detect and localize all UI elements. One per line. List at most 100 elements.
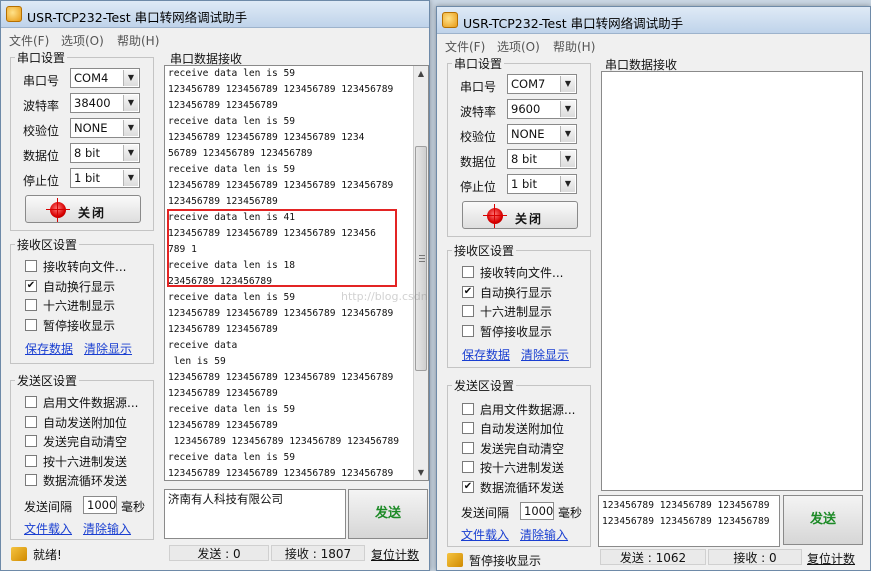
file-load-link[interactable]: 文件载入 [461,526,509,543]
serial-settings-group: 串口设置 串口号 COM7 ▼ 波特率 9600 ▼ 校验位 NONE ▼ 数据… [447,55,591,237]
data-bits-value: 8 bit [511,152,537,166]
left-window: USR-TCP232-Test 串口转网络调试助手 文件(F) 选项(O) 帮助… [0,0,430,571]
checkbox-box[interactable] [462,422,474,434]
clear-input-link[interactable]: 清除输入 [520,526,568,543]
menu-bar: 文件(F) 选项(O) 帮助(H) [1,29,429,49]
left-titlebar[interactable]: USR-TCP232-Test 串口转网络调试助手 [1,1,429,28]
data-bits-select[interactable]: 8 bit ▼ [70,143,140,163]
right-titlebar[interactable]: USR-TCP232-Test 串口转网络调试助手 [437,7,870,34]
checkbox-box[interactable] [25,455,37,467]
chevron-down-icon[interactable]: ▼ [123,145,138,161]
receive-line: receive data [168,340,238,351]
close-port-button[interactable]: 关闭 [25,195,141,223]
menu-file[interactable]: 文件(F) [9,32,49,49]
send-textarea[interactable]: 123456789 123456789 123456789 123456789 … [598,495,780,547]
file-load-link[interactable]: 文件载入 [24,520,72,537]
menu-help[interactable]: 帮助(H) [117,32,159,49]
checkbox-box[interactable] [462,442,474,454]
baud-select[interactable]: 38400 ▼ [70,93,140,113]
receive-scrollbar[interactable]: ▲ ▼ [413,66,428,480]
menu-bar: 文件(F) 选项(O) 帮助(H) [437,35,870,55]
checkmark-icon[interactable]: ✔ [462,286,474,298]
receive-line: 123456789 123456789 123456789 123456789 [168,308,394,319]
close-port-label: 关闭 [78,206,107,220]
checkbox-box[interactable] [462,403,474,415]
checkmark-icon[interactable]: ✔ [462,481,474,493]
group-title: 串口设置 [452,55,505,72]
stop-bits-select[interactable]: 1 bit ▼ [70,168,140,188]
send-text-line: 123456789 123456789 123456789 [602,516,770,527]
receive-line: 123456789 123456789 123456789 123456789 [168,468,394,479]
receive-line: 123456789 123456789 [168,388,278,399]
checkbox-box[interactable] [462,305,474,317]
parity-value: NONE [74,121,108,135]
chevron-down-icon[interactable]: ▼ [123,170,138,186]
clear-input-link[interactable]: 清除输入 [83,520,131,537]
status-icon [11,547,27,561]
checkbox-box[interactable] [25,474,37,486]
send-textarea[interactable]: 济南有人科技有限公司 [164,489,346,539]
clear-display-link[interactable]: 清除显示 [521,346,569,363]
data-bits-select[interactable]: 8 bit ▼ [507,149,577,169]
checkbox-label: 自动发送附加位 [43,416,128,430]
chevron-down-icon[interactable]: ▼ [560,126,575,142]
save-data-link[interactable]: 保存数据 [462,346,510,363]
checkbox-label: 接收转向文件... [43,260,127,274]
chevron-down-icon[interactable]: ▼ [123,120,138,136]
status-ready: 就绪! [33,548,62,562]
chevron-down-icon[interactable]: ▼ [560,151,575,167]
receive-line: receive data len is 59 [168,68,296,79]
send-settings-group: 发送区设置 启用文件数据源... 自动发送附加位 发送完自动清空 按十六进制发送… [447,377,591,547]
checkbox-box[interactable] [25,435,37,447]
interval-input[interactable]: 1000 [520,502,554,520]
receive-line: 123456789 123456789 [168,196,278,207]
receive-textarea[interactable] [601,71,863,491]
status-icon [447,553,463,567]
checkbox-box[interactable] [25,260,37,272]
send-settings-group: 发送区设置 启用文件数据源... 自动发送附加位 发送完自动清空 按十六进制发送… [10,372,154,540]
scroll-down-icon[interactable]: ▼ [414,465,428,480]
send-button[interactable]: 发送 [348,489,428,539]
interval-input[interactable]: 1000 [83,496,117,514]
checkbox-box[interactable] [25,319,37,331]
parity-select[interactable]: NONE ▼ [70,118,140,138]
checkbox-box[interactable] [462,266,474,278]
receive-line: 123456789 123456789 [168,420,278,431]
stop-icon [46,198,70,222]
checkbox-box[interactable] [25,299,37,311]
checkbox-box[interactable] [462,325,474,337]
menu-options[interactable]: 选项(O) [61,32,104,49]
checkbox-box[interactable] [462,461,474,473]
receive-line: 123456789 123456789 123456789 1234 [168,132,365,143]
reset-count-link[interactable]: 复位计数 [807,550,855,567]
checkmark-icon[interactable]: ✔ [25,280,37,292]
save-data-link[interactable]: 保存数据 [25,340,73,357]
port-select[interactable]: COM4 ▼ [70,68,140,88]
parity-select[interactable]: NONE ▼ [507,124,577,144]
close-port-button[interactable]: 关闭 [462,201,578,229]
send-button[interactable]: 发送 [783,495,863,545]
chevron-down-icon[interactable]: ▼ [560,76,575,92]
menu-help[interactable]: 帮助(H) [553,38,595,55]
checkbox-box[interactable] [25,416,37,428]
parity-label: 校验位 [460,130,497,144]
interval-label: 发送间隔 [461,506,510,520]
menu-file[interactable]: 文件(F) [445,38,485,55]
clear-display-link[interactable]: 清除显示 [84,340,132,357]
menu-options[interactable]: 选项(O) [497,38,540,55]
scroll-up-icon[interactable]: ▲ [414,66,428,81]
stop-bits-select[interactable]: 1 bit ▼ [507,174,577,194]
send-button-label: 发送 [374,506,401,521]
receive-settings-group: 接收区设置 接收转向文件... ✔ 自动换行显示 十六进制显示 暂停接收显示 保… [10,236,154,364]
port-select[interactable]: COM7 ▼ [507,74,577,94]
reset-count-link[interactable]: 复位计数 [371,546,419,563]
chevron-down-icon[interactable]: ▼ [123,70,138,86]
chevron-down-icon[interactable]: ▼ [560,176,575,192]
chevron-down-icon[interactable]: ▼ [123,95,138,111]
checkbox-box[interactable] [25,396,37,408]
data-bits-label: 数据位 [23,149,60,163]
interval-unit: 毫秒 [558,506,583,520]
scroll-thumb[interactable] [415,146,427,371]
baud-select[interactable]: 9600 ▼ [507,99,577,119]
chevron-down-icon[interactable]: ▼ [560,101,575,117]
